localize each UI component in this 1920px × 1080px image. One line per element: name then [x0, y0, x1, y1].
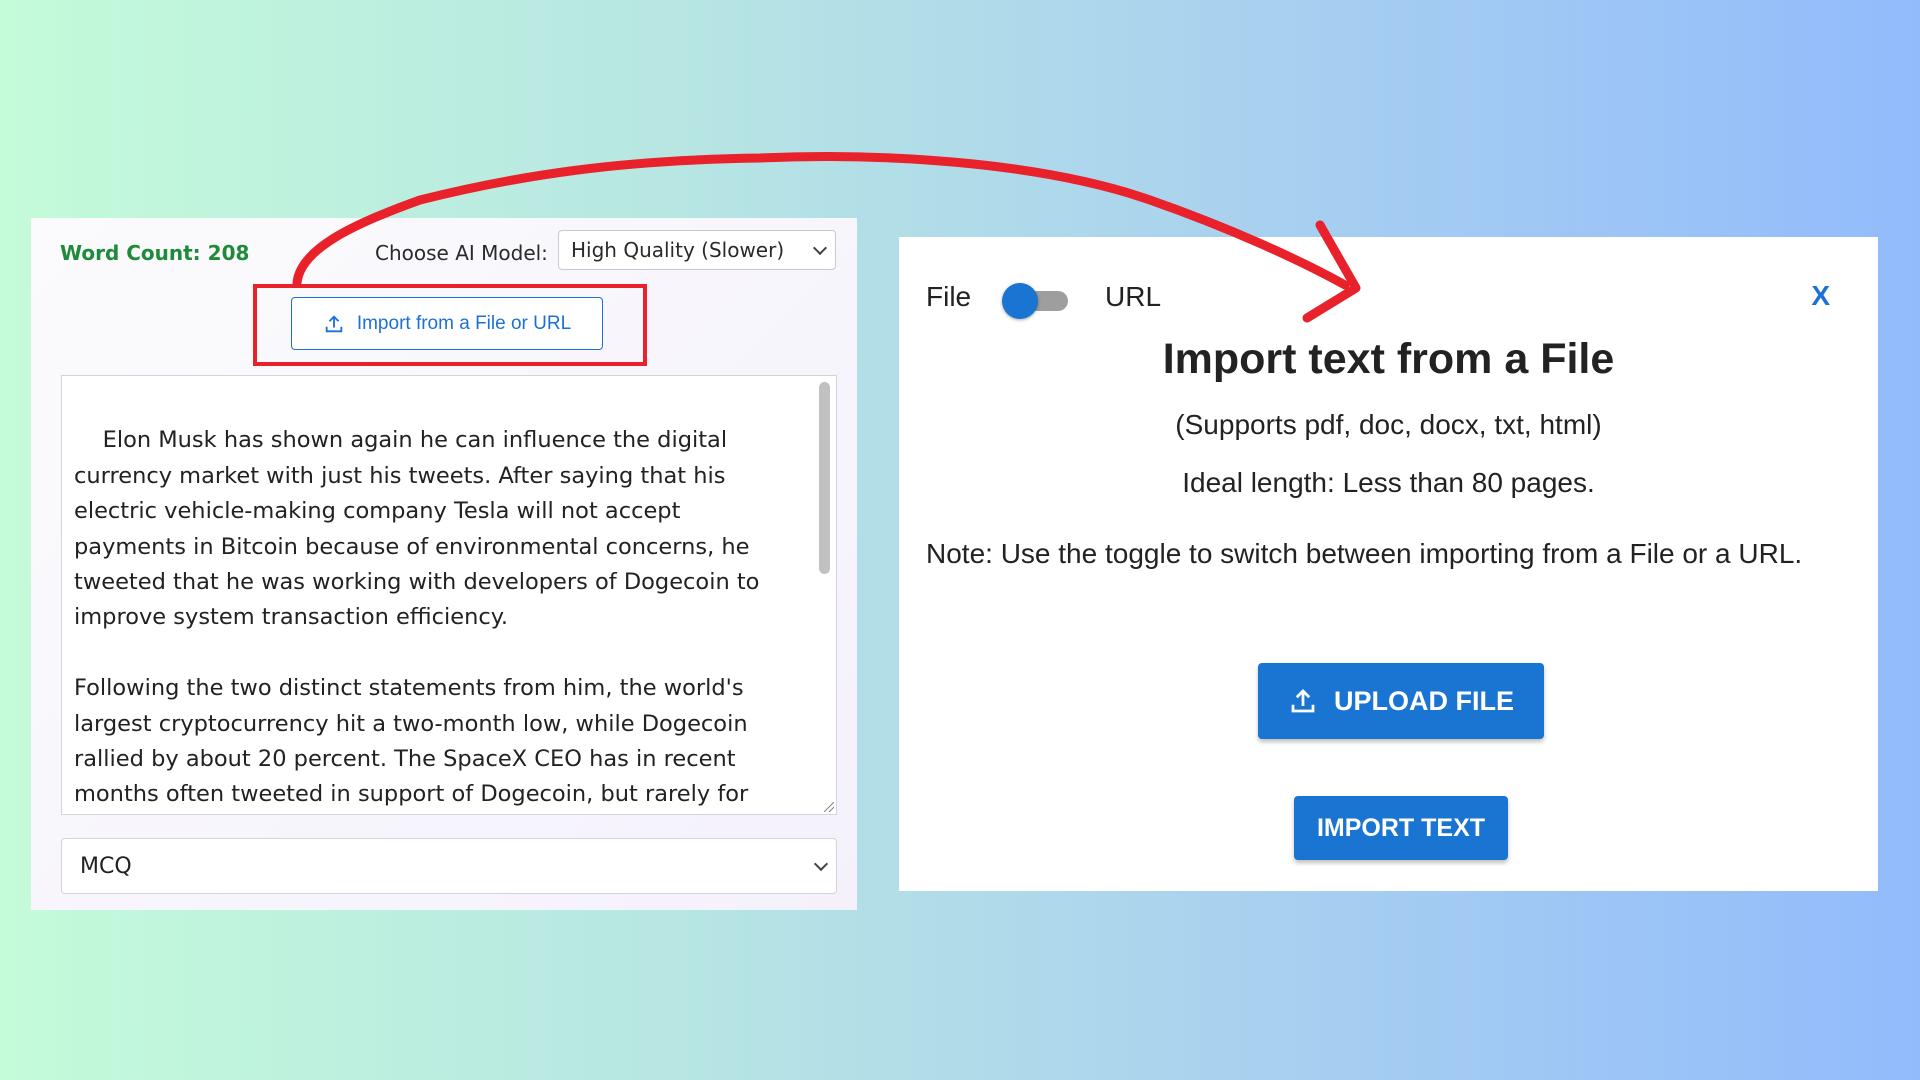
toggle-label-url: URL: [1105, 281, 1162, 312]
ai-model-select[interactable]: High Quality (Slower): [558, 230, 836, 270]
upload-file-label: UPLOAD FILE: [1334, 685, 1514, 716]
word-count: Word Count: 208: [60, 241, 250, 265]
text-content: Elon Musk has shown again he can influen…: [74, 427, 760, 808]
file-url-toggle[interactable]: [1002, 283, 1068, 319]
dialog-title: Import text from a File: [1162, 335, 1615, 383]
question-generator-panel: Word Count: 208 Choose AI Model: High Qu…: [31, 218, 857, 910]
toggle-thumb: [1002, 283, 1038, 319]
chevron-down-icon: [813, 856, 829, 872]
text-input-area[interactable]: Elon Musk has shown again he can influen…: [61, 375, 837, 815]
ideal-length: Ideal length: Less than 80 pages.: [1182, 467, 1595, 498]
upload-icon: [325, 314, 343, 332]
question-type-select[interactable]: MCQ: [61, 838, 837, 894]
toggle-label-file: File: [926, 281, 972, 312]
toggle-note: Note: Use the toggle to switch between i…: [926, 538, 1803, 569]
scrollbar[interactable]: [819, 382, 830, 574]
import-text-label: IMPORT TEXT: [1316, 813, 1486, 842]
upload-icon: [1291, 689, 1315, 713]
question-type-value: MCQ: [80, 853, 132, 879]
import-button-label: Import from a File or URL: [356, 312, 572, 334]
ai-model-value: High Quality (Slower): [571, 238, 785, 262]
upload-file-button[interactable]: UPLOAD FILE: [1258, 663, 1544, 739]
import-text-button[interactable]: IMPORT TEXT: [1294, 796, 1508, 860]
import-dialog: File URL X Import text from a File (Supp…: [899, 237, 1878, 891]
supported-formats: (Supports pdf, doc, docx, txt, html): [1175, 409, 1602, 440]
chevron-down-icon: [812, 240, 828, 256]
close-button[interactable]: X: [1811, 280, 1830, 312]
import-file-url-button[interactable]: Import from a File or URL: [291, 297, 603, 350]
resize-handle[interactable]: [824, 802, 834, 812]
model-label: Choose AI Model:: [375, 241, 548, 265]
